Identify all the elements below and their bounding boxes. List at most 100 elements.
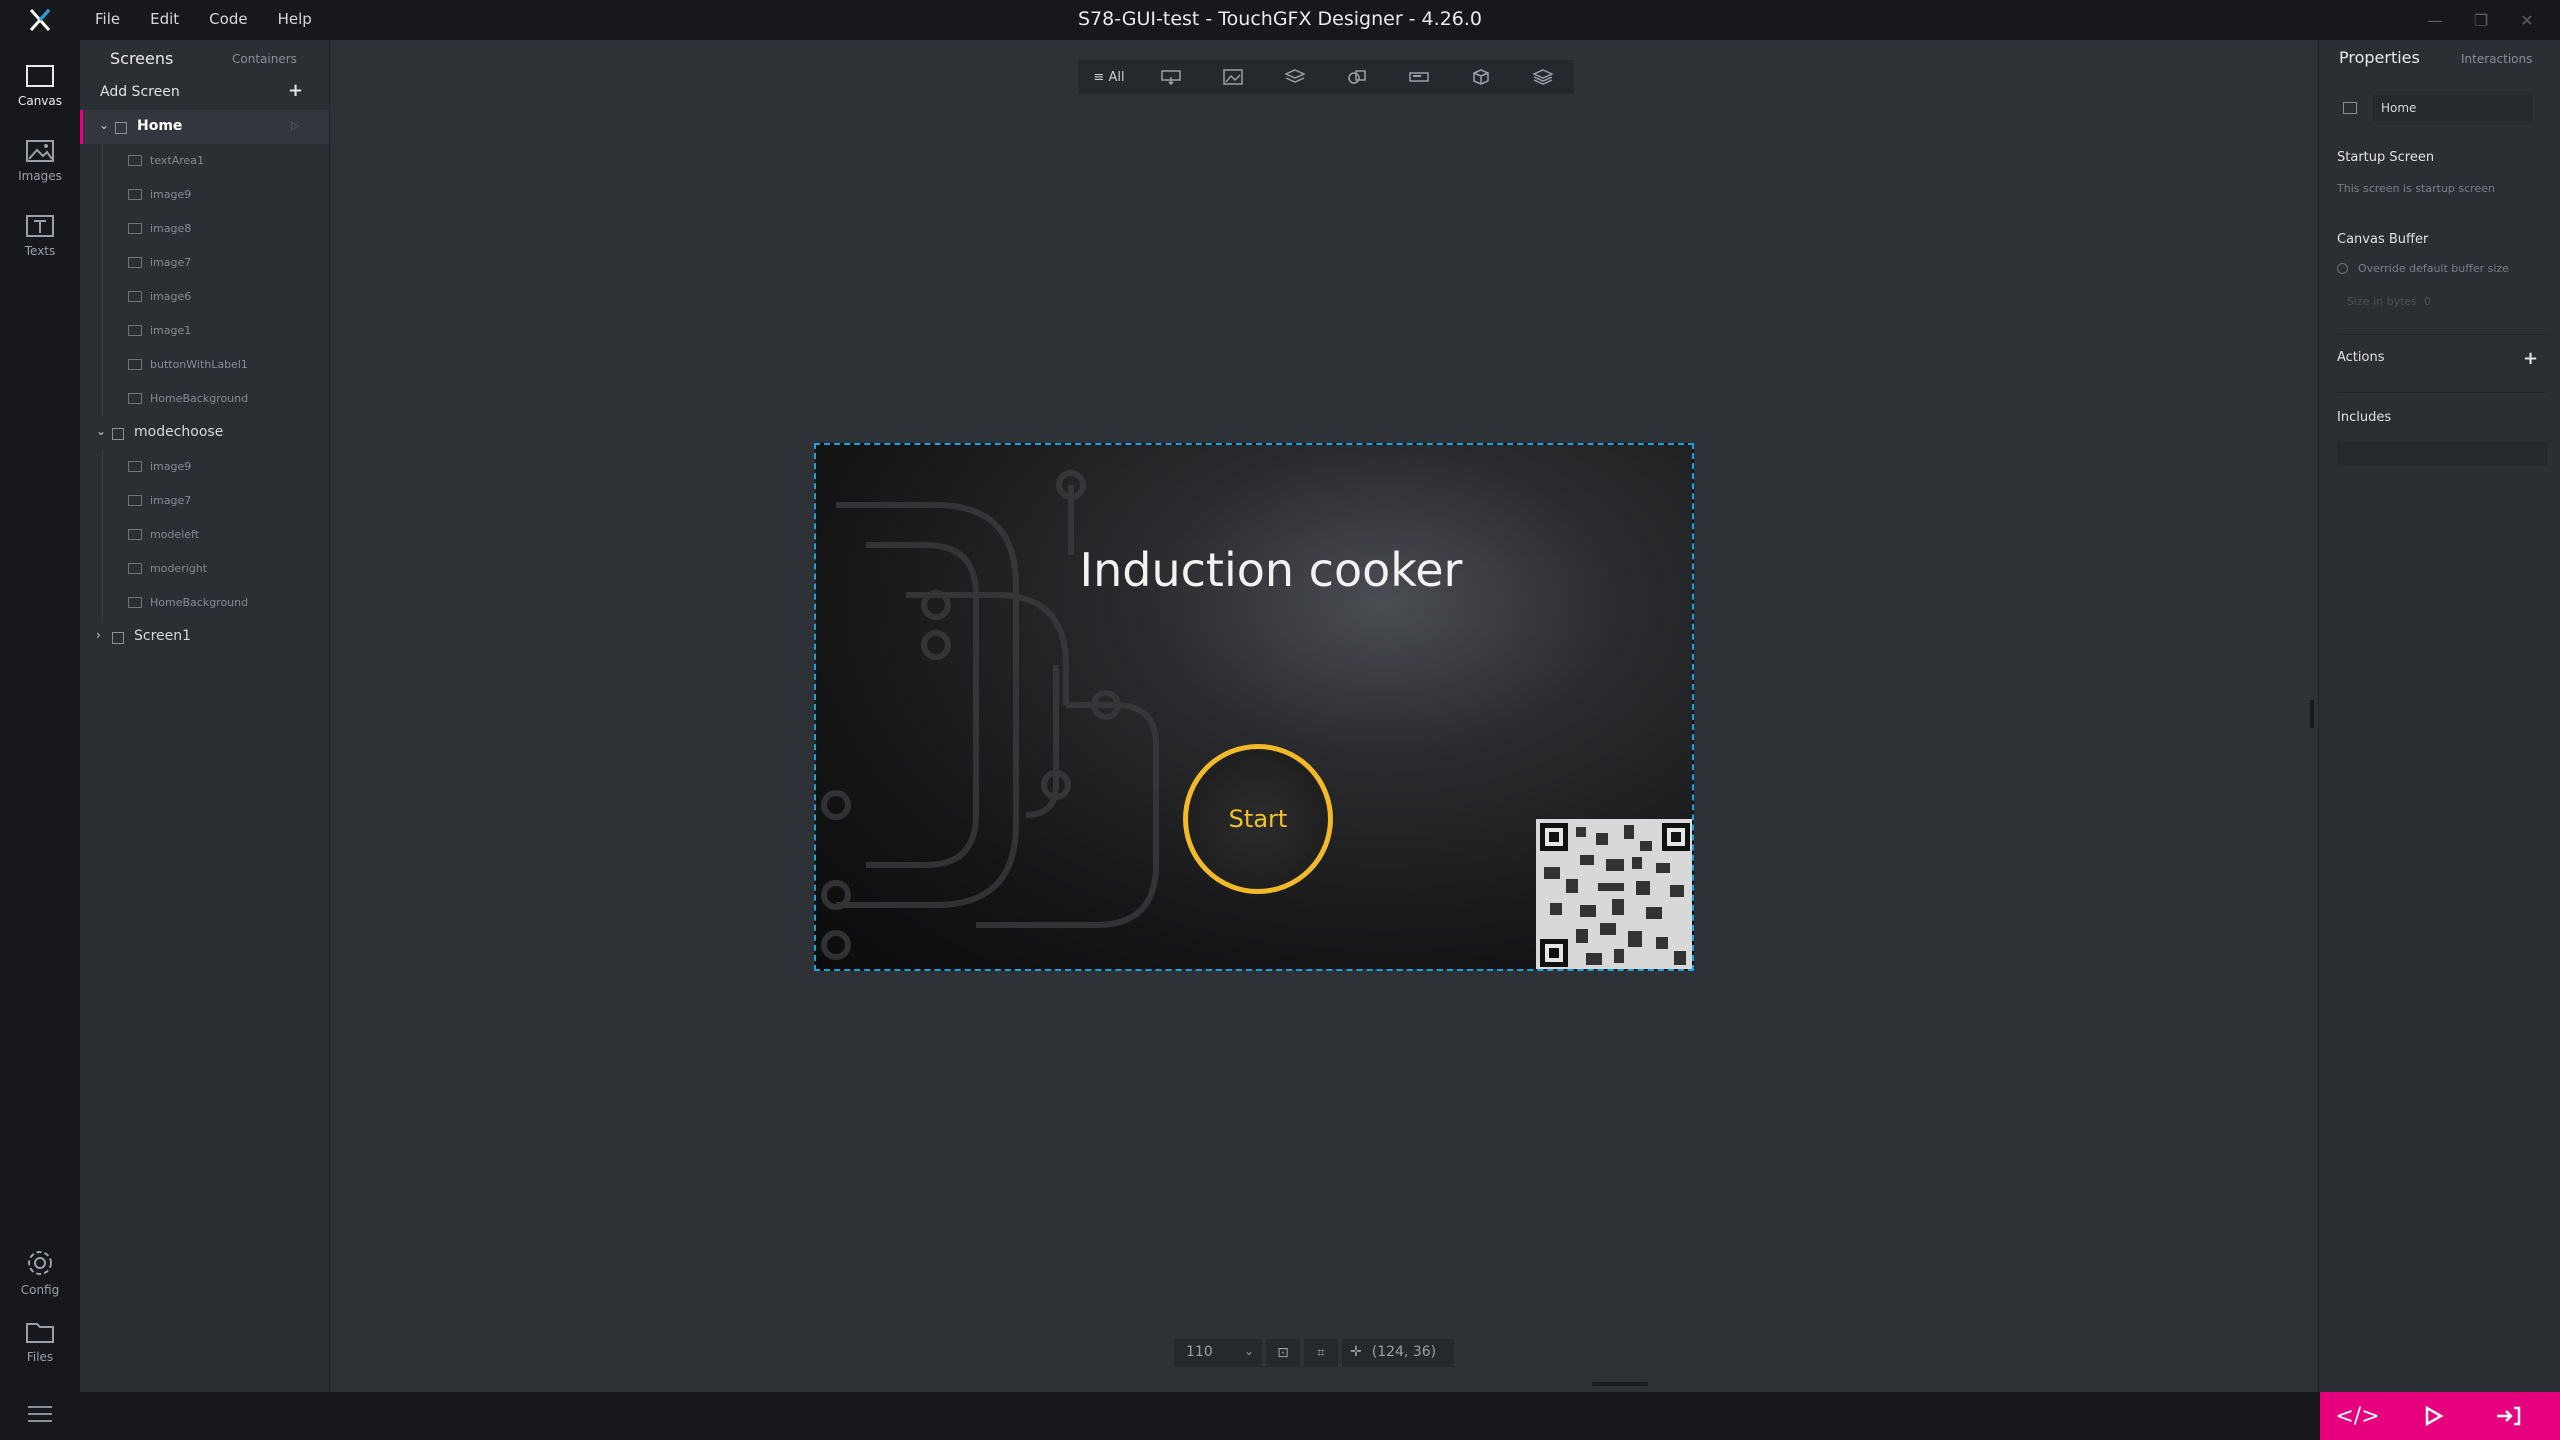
screen-item[interactable]: › Screen1 [80,620,329,654]
nav-config[interactable]: Config [0,1235,80,1305]
tab-containers[interactable]: Containers [232,52,297,66]
widget-item[interactable]: image6 [80,280,329,314]
filter-progress-button[interactable] [1388,60,1450,94]
screen-name-row: Home [2339,95,2549,121]
widget-item[interactable]: image8 [80,212,329,246]
widget-item[interactable]: image9 [80,450,329,484]
right-panel-resize-handle[interactable] [2310,700,2314,728]
bottom-panel-resize-handle[interactable] [1592,1382,1648,1386]
add-action-button[interactable]: + [2523,348,2538,369]
screen-icon [115,122,127,134]
widget-item[interactable]: HomeBackground [80,382,329,416]
filter-all-button[interactable]: ≡ All [1078,60,1140,94]
run-simulator-button[interactable] [2395,1392,2470,1440]
run-on-target-button[interactable] [2470,1392,2545,1440]
close-button[interactable]: ✕ [2504,0,2550,40]
checkbox-icon [2337,263,2348,274]
override-buffer-checkbox[interactable]: Override default buffer size [2337,262,2509,275]
generate-code-button[interactable]: </> [2320,1392,2395,1440]
nav-texts[interactable]: Texts [0,200,80,270]
nav-images-label: Images [18,169,62,183]
canvas-title-text[interactable]: Induction cooker [816,543,1692,597]
startup-screen-heading: Startup Screen [2337,150,2435,165]
screen-name: Screen1 [134,628,192,644]
widget-item[interactable]: moderight [80,552,329,586]
widget-item[interactable]: textArea1 [80,144,329,178]
coordinates-value: (124, 36) [1371,1344,1437,1360]
tree-line [102,212,103,246]
tree-line [102,382,103,416]
screen-name-field[interactable]: Home [2373,95,2533,121]
includes-field[interactable] [2337,442,2547,466]
filter-button-button[interactable] [1140,60,1202,94]
screen-canvas[interactable]: Induction cooker Start [814,443,1694,971]
screen-icon [2343,102,2357,114]
export-target-icon [2496,1406,2520,1426]
tree-line [102,144,103,178]
tree-line [102,246,103,280]
widget-icon [128,325,142,336]
crosshair-icon: ✛ [1350,1344,1362,1360]
screen-item[interactable]: ⌄ Home ▷ [80,110,329,144]
play-icon[interactable]: ▷ [291,119,299,132]
add-screen-row[interactable]: Add Screen + [80,76,329,110]
widget-item[interactable]: image1 [80,314,329,348]
tree-line [102,348,103,382]
menu-file[interactable]: File [95,0,120,40]
nav-images[interactable]: Images [0,125,80,195]
canvas-area[interactable]: ≡ All Induction cooker Start 110 ⌄ ⊡ ⌗ ✛… [331,40,2318,1392]
filter-image-button[interactable] [1202,60,1264,94]
divider [2337,334,2547,335]
nav-canvas[interactable]: Canvas [0,50,80,120]
screen-icon [112,428,124,440]
menu-code[interactable]: Code [209,0,247,40]
startup-screen-description: This screen is startup screen [2337,182,2495,195]
chevron-down-icon[interactable]: ⌄ [99,118,109,132]
widget-icon [128,257,142,268]
add-screen-label: Add Screen [100,84,180,100]
screen-name: Home [137,118,183,134]
progress-icon [1409,72,1429,82]
zoom-select[interactable]: 110 ⌄ [1174,1339,1262,1367]
run-toolbar: </> [2320,1392,2560,1440]
minimize-button[interactable]: — [2412,0,2458,40]
filter-all-label: All [1108,69,1125,85]
screens-panel: Screens Containers Add Screen + ⌄ Home ▷ te… [80,40,330,1392]
widget-item[interactable]: HomeBackground [80,586,329,620]
crop-button[interactable]: ⌗ [1304,1339,1338,1367]
image-icon [26,140,54,162]
widget-icon [128,223,142,234]
widget-icon [128,563,142,574]
tab-screens[interactable]: Screens [110,49,173,68]
widget-icon [128,495,142,506]
menu-edit[interactable]: Edit [150,0,179,40]
tab-properties[interactable]: Properties [2339,48,2420,67]
screen-item[interactable]: ⌄ modechoose [80,416,329,450]
tab-interactions[interactable]: Interactions [2461,52,2532,66]
touchgfx-logo [24,5,56,35]
maximize-button[interactable]: ❐ [2458,0,2504,40]
widget-item[interactable]: modeleft [80,518,329,552]
widget-icon [128,461,142,472]
chevron-down-icon[interactable]: ⌄ [96,424,106,438]
widget-item[interactable]: image7 [80,246,329,280]
window-controls: — ❐ ✕ [2412,0,2550,40]
add-screen-button[interactable]: + [288,80,303,101]
menu-help[interactable]: Help [278,0,312,40]
filter-shape-button[interactable] [1326,60,1388,94]
qr-code-image[interactable] [1536,819,1692,969]
filter-3d-button[interactable] [1450,60,1512,94]
fit-to-screen-button[interactable]: ⊡ [1266,1339,1300,1367]
nav-config-label: Config [20,1283,60,1297]
screens-panel-tabs: Screens Containers [80,40,329,76]
filter-container-button[interactable] [1264,60,1326,94]
chevron-right-icon[interactable]: › [96,628,101,642]
widget-item[interactable]: image7 [80,484,329,518]
start-button[interactable]: Start [1183,744,1333,894]
widget-item[interactable]: image9 [80,178,329,212]
widget-item[interactable]: buttonWithLabel1 [80,348,329,382]
hamburger-menu-icon[interactable] [28,1406,52,1427]
nav-files[interactable]: Files [0,1306,80,1376]
filter-misc-button[interactable] [1512,60,1574,94]
actions-heading: Actions [2337,350,2385,365]
